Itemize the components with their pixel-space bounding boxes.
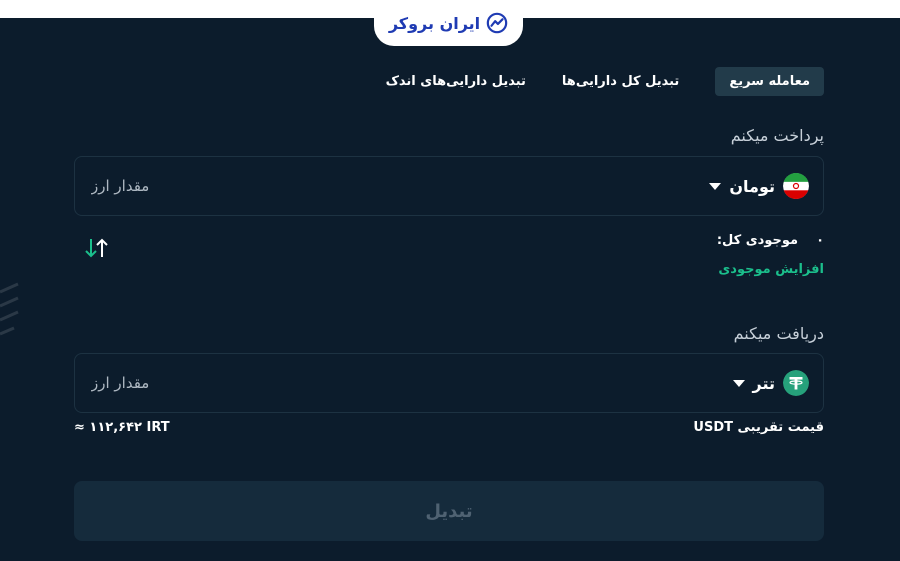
receive-currency-select[interactable]: تتر — [731, 354, 809, 412]
iran-flag-icon — [783, 173, 809, 199]
swap-button[interactable] — [84, 236, 110, 260]
receive-label: دریافت میکنم — [733, 324, 824, 343]
tab-convert-all[interactable]: تبدیل کل دارایی‌ها — [562, 74, 679, 89]
pay-currency-select[interactable]: تومان — [707, 157, 809, 215]
tab-quick-trade[interactable]: معامله سریع — [715, 66, 824, 96]
pay-amount-input[interactable] — [91, 157, 491, 215]
increase-balance-link[interactable]: افزایش موجودی — [718, 262, 824, 277]
swap-arrows-icon — [85, 238, 108, 258]
tab-convert-small[interactable]: تبدیل دارایی‌های اندک — [386, 74, 526, 89]
balance-row: موجودی کل: ۰ — [717, 233, 824, 248]
receive-currency-name: تتر — [752, 373, 776, 393]
receive-amount-input[interactable] — [91, 354, 491, 412]
rate-label: قیمت تقریبی USDT — [693, 420, 824, 435]
decorative-lines — [0, 282, 19, 336]
chart-logo-icon — [486, 12, 508, 34]
receive-field: تتر — [74, 353, 824, 413]
pay-label: پرداخت میکنم — [730, 126, 824, 145]
chevron-down-icon — [732, 379, 745, 387]
tether-icon — [783, 370, 809, 396]
pay-field: تومان — [74, 156, 824, 216]
balance-value: ۰ — [816, 233, 824, 248]
balance-label: موجودی کل: — [716, 233, 799, 248]
pay-currency-name: تومان — [729, 176, 775, 196]
brand-logo[interactable]: ایران بروکر — [374, 0, 523, 46]
convert-button[interactable]: تبدیل — [74, 481, 824, 541]
chevron-down-icon — [709, 182, 722, 190]
brand-name: ایران بروکر — [388, 13, 481, 33]
trade-tabs: معامله سریع تبدیل کل دارایی‌ها تبدیل دار… — [386, 66, 824, 96]
rate-value: ≈ ۱۱۲,۶۴۲ IRT — [74, 420, 170, 435]
